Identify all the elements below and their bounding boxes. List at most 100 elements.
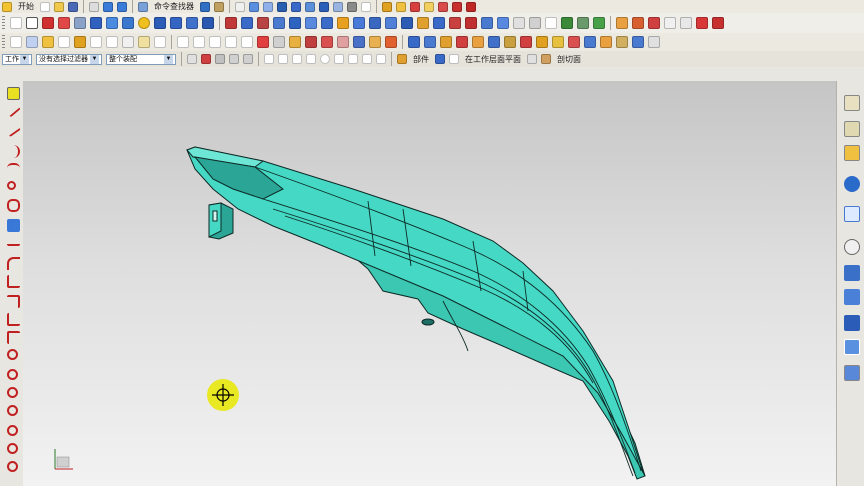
chevron-down-icon[interactable]: ▼ [20,54,29,64]
point-icon[interactable] [10,36,22,48]
spline-icon[interactable] [58,36,70,48]
selection-scope-combo[interactable]: 整个装配 ▼ [106,53,176,65]
clipping-icon[interactable] [347,1,357,12]
ellipse-icon[interactable] [138,36,150,48]
blank-icon[interactable] [680,17,692,29]
snap-point-label[interactable]: 部件 [413,54,429,65]
command-finder-label[interactable]: 命令查找器 [154,1,194,12]
boss-icon[interactable] [170,17,182,29]
part-boss[interactable] [421,318,435,326]
web-browser-icon[interactable] [844,206,860,222]
intersection-curve-icon[interactable] [305,36,317,48]
extract-icon[interactable] [481,17,493,29]
flange-icon[interactable] [536,36,548,48]
composite-curve-icon[interactable] [385,36,397,48]
sew-icon[interactable] [401,17,413,29]
polygon-icon[interactable] [7,405,18,416]
enlarge-icon[interactable] [568,36,580,48]
sketch-icon[interactable] [7,87,20,100]
history-icon[interactable] [844,239,860,255]
global-shaping-icon[interactable] [584,36,596,48]
make-corner-icon[interactable] [7,331,20,344]
datum-plane-icon[interactable] [74,17,86,29]
fillet-curve-icon[interactable] [225,36,237,48]
graphics-window[interactable] [23,81,836,486]
join-curve-icon[interactable] [353,36,365,48]
chinese-input-icon[interactable] [648,36,660,48]
analysis-icon[interactable] [438,1,448,12]
pad-icon[interactable] [202,17,214,29]
start-icon[interactable] [2,1,12,12]
offset-face-icon[interactable] [369,17,381,29]
graphics-icon[interactable] [844,365,860,381]
offset-curve-icon[interactable] [241,36,253,48]
mounting-bracket[interactable] [208,202,234,240]
extension-icon[interactable] [456,36,468,48]
extend-icon[interactable] [7,313,20,326]
derived-line-icon[interactable] [7,239,20,246]
unite-icon[interactable] [225,17,237,29]
toolbar-grip[interactable] [2,35,5,49]
coordinate-icon[interactable] [7,461,18,472]
snap-endpoint-icon[interactable] [264,54,274,64]
reuse-library-icon[interactable] [844,145,860,161]
section-icon[interactable] [561,17,573,29]
split-body-icon[interactable] [289,17,301,29]
line-icon[interactable] [6,103,21,118]
cone-icon[interactable] [122,17,134,29]
trimmed-sheet-icon[interactable] [504,36,516,48]
square-tool-icon[interactable] [209,36,221,48]
work-layer-combo[interactable]: 工作 ▼ [2,53,32,65]
open-folder-icon[interactable] [54,1,64,12]
shaded-icon[interactable] [319,1,329,12]
trim-body-icon[interactable] [273,17,285,29]
through-curves-icon[interactable] [529,17,541,29]
face-blend-icon[interactable] [408,36,420,48]
select-face-icon[interactable] [201,54,211,64]
measure-icon[interactable] [424,1,434,12]
bridge-icon[interactable] [593,17,605,29]
hole-icon[interactable] [154,17,166,29]
offset-surface-icon[interactable] [488,36,500,48]
selection-filter-combo[interactable]: 没有选择过滤器 ▼ [36,53,102,65]
intersect-icon[interactable] [257,17,269,29]
law-extension-icon[interactable] [472,36,484,48]
information-icon[interactable] [712,17,724,29]
chamfer-icon[interactable] [321,17,333,29]
associative-copy-icon[interactable] [648,17,660,29]
new-file-icon[interactable] [40,1,50,12]
arc-tool-icon[interactable] [193,36,205,48]
transform-icon[interactable] [616,17,628,29]
studio-surface-icon[interactable] [520,36,532,48]
move-layer-icon[interactable] [396,1,406,12]
snap-on-face-icon[interactable] [376,54,386,64]
basic-curves-icon[interactable] [42,36,54,48]
cut-icon[interactable] [89,1,99,12]
feature-filter-icon[interactable] [215,54,225,64]
edit-icon[interactable] [214,1,224,12]
snap-control-point-icon[interactable] [292,54,302,64]
zoom-icon[interactable] [263,1,273,12]
styled-blend-icon[interactable] [440,36,452,48]
part-model[interactable] [23,81,836,486]
background-icon[interactable] [361,1,371,12]
trim-curve-icon[interactable] [257,36,269,48]
line-icon[interactable] [26,17,38,29]
point-icon[interactable] [7,181,16,190]
render-style-icon[interactable] [291,1,301,12]
chevron-down-icon[interactable]: ▼ [164,54,173,64]
isoparametric-icon[interactable] [369,36,381,48]
extract-curve-icon[interactable] [321,36,333,48]
conic-icon[interactable] [7,387,18,398]
subtract-icon[interactable] [241,17,253,29]
draft-icon[interactable] [353,17,365,29]
fillet-icon[interactable] [7,257,20,270]
show-icon[interactable] [696,17,708,29]
line-tool-icon[interactable] [177,36,189,48]
start-menu-label[interactable]: 开始 [18,1,34,12]
undo-icon[interactable] [103,1,113,12]
edge-blend-icon[interactable] [305,17,317,29]
mirror-icon[interactable] [7,219,20,232]
properties-icon[interactable] [452,1,462,12]
rotate-icon[interactable] [277,1,287,12]
